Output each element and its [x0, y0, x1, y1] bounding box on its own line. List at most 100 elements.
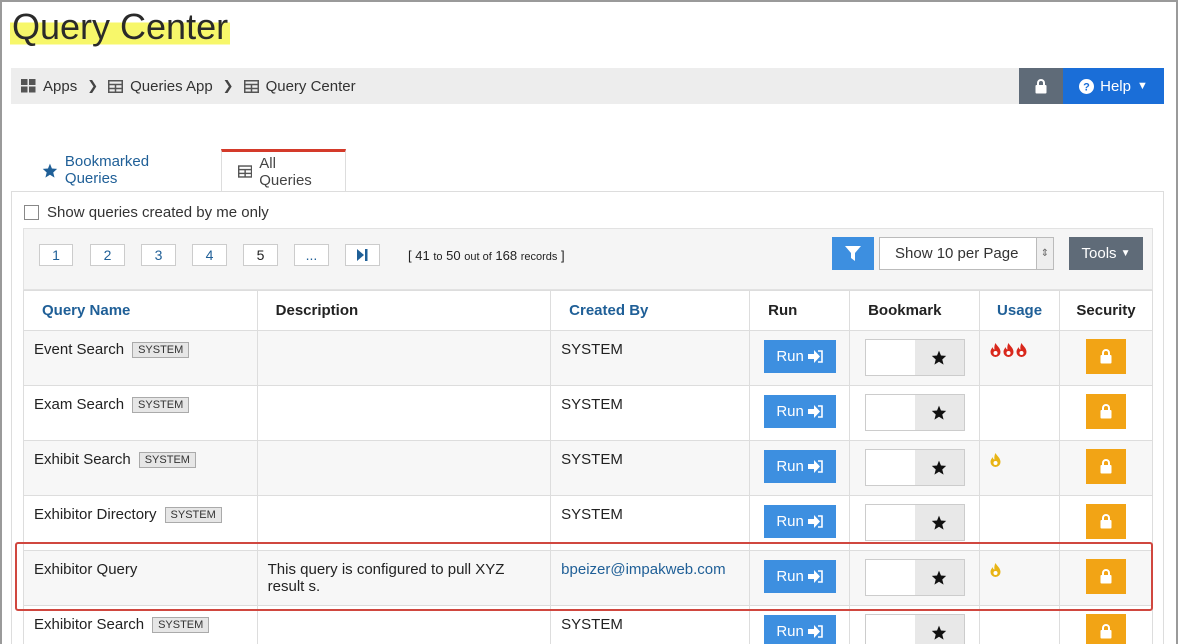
query-name[interactable]: Exhibitor Query	[34, 561, 137, 578]
run-button[interactable]: Run	[763, 395, 836, 428]
bookmark-button[interactable]	[914, 505, 964, 540]
page-button-more[interactable]: ...	[294, 244, 329, 266]
page-button-1[interactable]: 1	[39, 244, 73, 266]
table-row[interactable]: Exhibitor Directory SYSTEM SYSTEM Run	[23, 495, 1153, 551]
cell-bookmark	[849, 440, 981, 496]
page-button-last[interactable]	[345, 244, 380, 266]
bookmark-button[interactable]	[914, 450, 964, 485]
cell-created-by: SYSTEM	[550, 440, 751, 496]
cell-usage	[979, 495, 1060, 551]
per-page-select[interactable]: Show 10 per Page ⇕	[879, 237, 1054, 270]
security-button[interactable]	[1086, 559, 1126, 594]
queries-table: Query Name Description Created By Run Bo…	[23, 290, 1153, 644]
cell-run: Run	[749, 385, 851, 441]
security-button[interactable]	[1086, 504, 1126, 539]
page-button-4[interactable]: 4	[192, 244, 227, 266]
run-label: Run	[776, 623, 804, 640]
usage-indicator	[990, 343, 1049, 357]
show-mine-label: Show queries created by me only	[47, 204, 269, 221]
table-row[interactable]: Exam Search SYSTEM SYSTEM Run	[23, 385, 1153, 441]
bookmark-control[interactable]	[864, 449, 965, 486]
query-name[interactable]: Exhibitor Search	[34, 616, 144, 633]
per-page-value: Show 10 per Page	[895, 245, 1019, 262]
security-button[interactable]	[1086, 449, 1126, 484]
cell-description	[256, 440, 552, 496]
cell-run: Run	[749, 495, 851, 551]
bookmark-control[interactable]	[864, 339, 965, 376]
bookmark-input[interactable]	[865, 560, 915, 595]
page-button-5[interactable]: 5	[243, 244, 278, 266]
sign-in-icon	[807, 405, 823, 418]
query-name[interactable]: Exhibitor Directory	[34, 506, 157, 523]
tab-bookmarked-queries[interactable]: Bookmarked Queries	[26, 149, 221, 191]
cell-run: Run	[749, 330, 851, 386]
bookmark-control[interactable]	[864, 614, 965, 644]
chevron-right-icon: ❯	[87, 78, 99, 93]
run-button[interactable]: Run	[763, 340, 836, 373]
security-button[interactable]	[1086, 394, 1126, 429]
breadcrumb-apps[interactable]: Apps	[21, 78, 77, 95]
run-label: Run	[776, 513, 804, 530]
query-name[interactable]: Exam Search	[34, 396, 124, 413]
lock-icon	[1100, 624, 1112, 639]
lock-icon	[1100, 514, 1112, 529]
security-button[interactable]	[1086, 614, 1126, 644]
page-title: Query Center	[10, 4, 231, 50]
page-button-2[interactable]: 2	[90, 244, 125, 266]
help-label: Help	[1100, 77, 1131, 95]
column-header-usage[interactable]: Usage	[979, 290, 1060, 331]
show-mine-filter[interactable]: Show queries created by me only	[24, 204, 269, 221]
run-button[interactable]: Run	[763, 505, 836, 538]
table-icon	[243, 79, 259, 93]
query-name[interactable]: Event Search	[34, 341, 124, 358]
bookmark-control[interactable]	[864, 394, 965, 431]
tab-all-queries[interactable]: All Queries	[221, 149, 346, 191]
table-row[interactable]: Event Search SYSTEM SYSTEM Run	[23, 330, 1153, 386]
system-badge: SYSTEM	[138, 452, 196, 468]
bookmark-button[interactable]	[914, 615, 964, 644]
query-name[interactable]: Exhibit Search	[34, 451, 131, 468]
run-label: Run	[776, 568, 804, 585]
breadcrumb-apps-label: Apps	[43, 77, 78, 95]
created-by[interactable]: bpeizer@impakweb.com	[561, 561, 725, 578]
bookmark-control[interactable]	[864, 504, 965, 541]
bookmark-input[interactable]	[865, 505, 915, 540]
records-to-word: to	[433, 251, 443, 263]
column-header-created-by[interactable]: Created By	[550, 290, 751, 331]
records-open: [	[408, 248, 412, 263]
cell-query-name: Exhibitor Directory SYSTEM	[23, 495, 258, 551]
bookmark-input[interactable]	[865, 395, 915, 430]
cell-bookmark	[849, 550, 981, 606]
cell-created-by: SYSTEM	[550, 330, 751, 386]
bookmark-input[interactable]	[865, 340, 915, 375]
cell-security	[1059, 550, 1153, 606]
bookmark-input[interactable]	[865, 450, 915, 485]
column-header-query-name[interactable]: Query Name	[23, 290, 258, 331]
lock-button[interactable]	[1019, 68, 1063, 104]
show-mine-checkbox[interactable]	[24, 205, 39, 220]
bookmark-button[interactable]	[914, 560, 964, 595]
table-row[interactable]: Exhibitor Query This query is configured …	[23, 550, 1153, 606]
table-row[interactable]: Exhibit Search SYSTEM SYSTEM Run	[23, 440, 1153, 496]
lock-icon	[1100, 349, 1112, 364]
run-label: Run	[776, 348, 804, 365]
help-button[interactable]: ? Help ▼	[1063, 68, 1164, 104]
breadcrumb-query-center[interactable]: Query Center	[243, 78, 356, 95]
breadcrumb-queries-app[interactable]: Queries App	[108, 78, 213, 95]
system-badge: SYSTEM	[164, 507, 222, 523]
bookmark-input[interactable]	[865, 615, 915, 644]
tools-button[interactable]: Tools ▼	[1069, 237, 1143, 270]
run-button[interactable]: Run	[763, 450, 836, 483]
table-row[interactable]: Exhibitor Search SYSTEM SYSTEM Run	[23, 605, 1153, 644]
security-button[interactable]	[1086, 339, 1126, 374]
cell-security	[1059, 330, 1153, 386]
filter-button[interactable]	[832, 237, 874, 270]
bookmark-button[interactable]	[914, 395, 964, 430]
run-button[interactable]: Run	[763, 615, 836, 644]
page-button-3[interactable]: 3	[141, 244, 176, 266]
star-icon	[931, 570, 947, 585]
cell-description	[256, 495, 552, 551]
bookmark-control[interactable]	[864, 559, 965, 596]
bookmark-button[interactable]	[914, 340, 964, 375]
run-button[interactable]: Run	[763, 560, 836, 593]
